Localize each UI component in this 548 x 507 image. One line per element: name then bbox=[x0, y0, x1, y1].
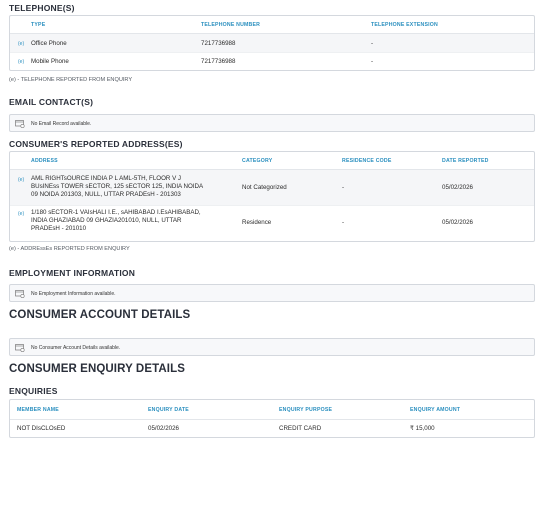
enquiry-mark: (e) bbox=[18, 177, 25, 183]
th-member-name: MEMBER NAME bbox=[17, 407, 59, 413]
empty-record-icon bbox=[15, 120, 25, 128]
address-table: ADDRESS CATEGORY RESIDENCE CODE DATE REP… bbox=[9, 151, 535, 242]
account-section-title: CONSUMER ACCOUNT DETAILS bbox=[9, 309, 191, 321]
address-category: Not Categorized bbox=[242, 184, 287, 191]
employment-empty-box: No Employment Information available. bbox=[9, 284, 535, 302]
address-note: (e) - ADDREssEs REPORTED FROM ENQUIRY bbox=[9, 246, 130, 252]
residence-code: - bbox=[342, 184, 345, 191]
th-telephone-extension: TELEPHONE EXTENSION bbox=[371, 22, 438, 28]
phone-number: 7217736988 bbox=[201, 58, 236, 65]
th-address: ADDRESS bbox=[31, 158, 58, 164]
member-name: NOT DIsCLOsED bbox=[17, 425, 66, 432]
table-row: (e) 1/180 sECTOR-1 VAIsHALI I.E., sAHIBA… bbox=[10, 206, 534, 241]
residence-code: - bbox=[342, 219, 345, 226]
address-line: AML RIGHTsOURCE INDIA P L AML-5TH, FLOOR… bbox=[31, 175, 182, 182]
table-row: (e) Mobile Phone 7217736988 - bbox=[10, 53, 534, 71]
enquiry-details-section-title: CONSUMER ENQUIRY DETAILS bbox=[9, 363, 185, 375]
address-section-title: CONSUMER'S REPORTED ADDRESS(ES) bbox=[9, 139, 183, 149]
th-date-reported: DATE REPORTED bbox=[442, 158, 489, 164]
th-category: CATEGORY bbox=[242, 158, 273, 164]
telephone-table-header: TYPE TELEPHONE NUMBER TELEPHONE EXTENSIO… bbox=[10, 16, 534, 34]
email-section-title: EMAIL CONTACT(S) bbox=[9, 97, 94, 107]
phone-extension: - bbox=[371, 40, 374, 47]
enquiry-mark: (e) bbox=[18, 59, 25, 65]
employment-empty-text: No Employment Information available. bbox=[31, 291, 116, 297]
th-enquiry-amount: ENQUIRY AMOUNT bbox=[410, 407, 461, 413]
th-enquiry-purpose: ENQUIRY PURPOSE bbox=[279, 407, 333, 413]
empty-record-icon bbox=[15, 290, 25, 298]
th-type: TYPE bbox=[31, 22, 46, 28]
address-text: AML RIGHTsOURCE INDIA P L AML-5TH, FLOOR… bbox=[31, 175, 236, 199]
employment-section-title: EMPLOYMENT INFORMATION bbox=[9, 268, 136, 278]
telephone-table: TYPE TELEPHONE NUMBER TELEPHONE EXTENSIO… bbox=[9, 15, 535, 71]
telephone-note: (e) - TELEPHONE REPORTED FROM ENQUIRY bbox=[9, 77, 133, 83]
th-residence-code: RESIDENCE CODE bbox=[342, 158, 392, 164]
address-line: 09 NOIDA 201303, NULL, UTTAR PRADEsH - 2… bbox=[31, 191, 181, 198]
enquiries-section-title: ENQUIRIES bbox=[9, 386, 58, 396]
address-line: PRADEsH - 201010 bbox=[31, 225, 87, 232]
account-empty-text: No Consumer Account Details available. bbox=[31, 345, 121, 351]
date-reported: 05/02/2026 bbox=[442, 184, 473, 191]
email-empty-box: No Email Record available. bbox=[9, 114, 535, 132]
address-line: 1/180 sECTOR-1 VAIsHALI I.E., sAHIBABAD … bbox=[31, 209, 201, 216]
enquiry-date: 05/02/2026 bbox=[148, 425, 179, 432]
table-row: (e) AML RIGHTsOURCE INDIA P L AML-5TH, F… bbox=[10, 170, 534, 206]
email-empty-text: No Email Record available. bbox=[31, 121, 92, 127]
enquiry-mark: (e) bbox=[18, 41, 25, 47]
telephone-section-title: TELEPHONE(S) bbox=[9, 3, 75, 13]
enquiries-table: MEMBER NAME ENQUIRY DATE ENQUIRY PURPOSE… bbox=[9, 399, 535, 438]
enquiry-amount: ₹ 15,000 bbox=[410, 425, 435, 432]
account-empty-box: No Consumer Account Details available. bbox=[9, 338, 535, 356]
phone-number: 7217736988 bbox=[201, 40, 236, 47]
address-line: BUsINEss TOWER sECTOR, 125 sECTOR 125, I… bbox=[31, 183, 204, 190]
table-row: (e) Office Phone 7217736988 - bbox=[10, 34, 534, 53]
address-category: Residence bbox=[242, 219, 272, 226]
table-row: NOT DIsCLOsED 05/02/2026 CREDIT CARD ₹ 1… bbox=[10, 420, 534, 437]
enquiry-purpose: CREDIT CARD bbox=[279, 425, 322, 432]
enquiries-table-header: MEMBER NAME ENQUIRY DATE ENQUIRY PURPOSE… bbox=[10, 400, 534, 420]
th-telephone-number: TELEPHONE NUMBER bbox=[201, 22, 261, 28]
address-text: 1/180 sECTOR-1 VAIsHALI I.E., sAHIBABAD … bbox=[31, 209, 236, 233]
enquiry-mark: (e) bbox=[18, 211, 25, 217]
address-table-header: ADDRESS CATEGORY RESIDENCE CODE DATE REP… bbox=[10, 152, 534, 170]
phone-type: Mobile Phone bbox=[31, 58, 69, 65]
empty-record-icon bbox=[15, 344, 25, 352]
phone-type: Office Phone bbox=[31, 40, 67, 47]
phone-extension: - bbox=[371, 58, 374, 65]
date-reported: 05/02/2026 bbox=[442, 219, 473, 226]
th-enquiry-date: ENQUIRY DATE bbox=[148, 407, 189, 413]
address-line: INDIA GHAZIABAD 09 GHAZIA201010, NULL, U… bbox=[31, 217, 182, 224]
